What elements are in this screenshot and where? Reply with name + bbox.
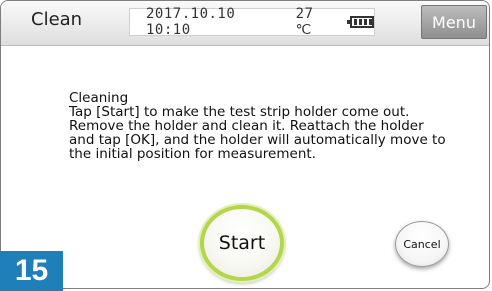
screen-title: Clean	[31, 9, 83, 30]
start-button[interactable]: Start	[200, 205, 284, 281]
temperature-display: 27 ℃	[295, 6, 314, 38]
message-line: Remove the holder and clean it. Reattach…	[69, 118, 424, 134]
step-number-badge: 15	[0, 251, 63, 291]
message-line: the initial position for measurement.	[69, 146, 316, 162]
message-line: and tap [OK], and the holder will automa…	[69, 132, 446, 148]
message-heading: Cleaning	[69, 90, 129, 106]
message-line: Tap [Start] to make the test strip holde…	[69, 104, 410, 120]
battery-icon	[347, 16, 374, 28]
datetime-display: 2017.10.10 10:10	[146, 6, 236, 38]
instruction-message: Cleaning Tap [Start] to make the test st…	[69, 91, 469, 161]
status-bar: 2017.10.10 10:10 27 ℃	[129, 6, 375, 38]
cancel-button[interactable]: Cancel	[395, 221, 449, 267]
header-bar: Clean 2017.10.10 10:10 27 ℃ Menu	[1, 1, 489, 46]
menu-button[interactable]: Menu	[421, 5, 487, 39]
device-screen: Clean 2017.10.10 10:10 27 ℃ Menu Cleanin…	[0, 0, 490, 289]
